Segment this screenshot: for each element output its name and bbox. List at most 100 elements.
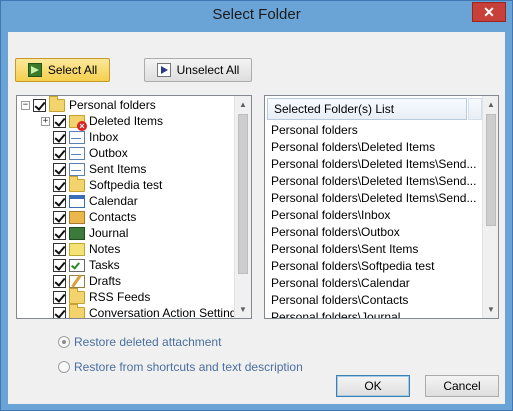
scroll-down-icon[interactable]: ▼ — [235, 301, 251, 318]
folder-checkbox[interactable] — [53, 290, 66, 304]
list-item[interactable]: Personal folders\Deleted Items — [271, 139, 479, 156]
tree-scrollbar[interactable]: ▲ ▼ — [234, 96, 251, 318]
scroll-up-icon[interactable]: ▲ — [483, 96, 498, 113]
tree-item-label: Inbox — [89, 130, 119, 144]
list-scroll-thumb[interactable] — [486, 114, 496, 226]
tree-item[interactable]: Outbox — [41, 145, 128, 161]
ok-button[interactable]: OK — [336, 375, 410, 397]
folder-checkbox[interactable] — [53, 258, 66, 272]
tree-item-label: Journal — [89, 226, 129, 240]
folder-checkbox[interactable] — [53, 226, 66, 240]
tree-item-label: Sent Items — [89, 162, 147, 176]
tree-item-label: Contacts — [89, 210, 137, 224]
list-item[interactable]: Personal folders\Sent Items — [271, 241, 479, 258]
dialog-client-area: Select All Unselect All − Personal folder… — [8, 32, 505, 404]
select-all-button[interactable]: Select All — [15, 58, 110, 82]
list-item[interactable]: Personal folders — [271, 122, 479, 139]
tree-item-label: Outbox — [89, 146, 128, 160]
folder-checkbox[interactable] — [53, 242, 66, 256]
calendar-icon — [69, 194, 85, 208]
folder-checkbox[interactable] — [53, 178, 66, 192]
list-column-header[interactable]: Selected Folder(s) List — [267, 98, 467, 120]
restore-deleted-radio[interactable] — [58, 336, 70, 348]
select-all-label: Select All — [47, 63, 98, 77]
restore-shortcuts-option[interactable]: Restore from shortcuts and text descript… — [58, 360, 303, 374]
deleted-icon — [69, 114, 87, 131]
drafts-icon — [69, 274, 85, 288]
close-button[interactable]: ✕ — [472, 2, 506, 22]
restore-deleted-label: Restore deleted attachment — [74, 335, 222, 349]
list-scrollbar[interactable]: ▲ ▼ — [482, 96, 498, 318]
tree-scroll-thumb[interactable] — [238, 114, 248, 274]
mail-icon — [69, 130, 85, 144]
scroll-down-icon[interactable]: ▼ — [483, 301, 498, 318]
folder-checkbox[interactable] — [53, 194, 66, 208]
restore-shortcuts-label: Restore from shortcuts and text descript… — [74, 360, 303, 374]
unselect-all-label: Unselect All — [176, 63, 240, 77]
unselect-all-icon — [156, 63, 171, 77]
list-item[interactable]: Personal folders\Deleted Items\Send... — [271, 173, 479, 190]
list-item[interactable]: Personal folders\Calendar — [271, 275, 479, 292]
list-item[interactable]: Personal folders\Softpedia test — [271, 258, 479, 275]
tree-item[interactable]: RSS Feeds — [41, 287, 151, 305]
selected-folders-list[interactable]: Selected Folder(s) List Personal folders… — [264, 95, 499, 319]
mail-icon — [69, 146, 85, 160]
title-bar: Select Folder ✕ — [1, 1, 512, 32]
tree-item[interactable]: + Deleted Items — [41, 113, 164, 131]
tree-item-label: Softpedia test — [89, 178, 163, 192]
folder-icon — [69, 175, 85, 192]
scroll-up-icon[interactable]: ▲ — [235, 96, 251, 113]
folder-tree[interactable]: − Personal folders + Deleted Items Inbox Outb… — [16, 95, 252, 319]
tree-item-label: Deleted Items — [89, 114, 164, 128]
list-item[interactable]: Personal folders\Outbox — [271, 224, 479, 241]
folder-checkbox[interactable] — [53, 146, 66, 160]
folder-checkbox[interactable] — [53, 114, 66, 128]
tree-item[interactable]: Contacts — [41, 209, 136, 225]
journal-icon — [69, 226, 85, 240]
tree-item[interactable]: − Personal folders — [21, 96, 156, 113]
select-folder-dialog: Select Folder ✕ Select All Unselect All … — [0, 0, 513, 411]
tree-item[interactable]: Conversation Action Settings — [41, 303, 235, 318]
tree-item-label: Calendar — [89, 194, 138, 208]
tasks-icon — [69, 258, 85, 272]
restore-deleted-option[interactable]: Restore deleted attachment — [58, 335, 221, 349]
tree-item[interactable]: Notes — [41, 241, 120, 257]
tree-item-label: Personal folders — [69, 98, 156, 112]
tree-item[interactable]: Softpedia test — [41, 175, 163, 193]
tree-item[interactable]: Sent Items — [41, 161, 146, 177]
list-item[interactable]: Personal folders\Deleted Items\Send... — [271, 190, 479, 207]
contacts-icon — [69, 210, 85, 224]
unselect-all-button[interactable]: Unselect All — [144, 58, 252, 82]
notes-icon — [69, 242, 85, 256]
expand-icon[interactable]: + — [41, 116, 50, 126]
folder-icon — [69, 303, 85, 318]
list-item[interactable]: Personal folders\Journal — [271, 309, 479, 318]
list-item[interactable]: Personal folders\Deleted Items\Send... — [271, 156, 479, 173]
folder-checkbox[interactable] — [53, 130, 66, 144]
tree-item[interactable]: Drafts — [41, 273, 121, 289]
folder-checkbox[interactable] — [53, 274, 66, 288]
cancel-button[interactable]: Cancel — [425, 375, 499, 397]
tree-item[interactable]: Inbox — [41, 129, 118, 145]
tree-item[interactable]: Calendar — [41, 193, 138, 209]
folder-checkbox[interactable] — [53, 210, 66, 224]
selected-folders-items: Personal folders Personal folders\Deleted… — [265, 122, 481, 318]
folder-checkbox[interactable] — [53, 162, 66, 176]
tree-item-label: Conversation Action Settings — [89, 306, 235, 318]
folder-checkbox[interactable] — [53, 306, 66, 318]
tree-item-label: Tasks — [89, 258, 120, 272]
tree-item-label: RSS Feeds — [89, 290, 151, 304]
mail-icon — [69, 162, 85, 176]
window-title: Select Folder — [212, 6, 301, 23]
folder-icon — [69, 287, 85, 304]
list-item[interactable]: Personal folders\Inbox — [271, 207, 479, 224]
folder-checkbox[interactable] — [33, 98, 46, 112]
list-item[interactable]: Personal folders\Contacts — [271, 292, 479, 309]
tree-item-label: Notes — [89, 242, 121, 256]
tree-item[interactable]: Tasks — [41, 257, 120, 273]
folder-tree-content: − Personal folders + Deleted Items Inbox Outb… — [17, 96, 235, 318]
list-header-filler — [468, 98, 482, 120]
restore-shortcuts-radio[interactable] — [58, 361, 70, 373]
collapse-icon[interactable]: − — [21, 100, 30, 110]
tree-item[interactable]: Journal — [41, 225, 128, 241]
